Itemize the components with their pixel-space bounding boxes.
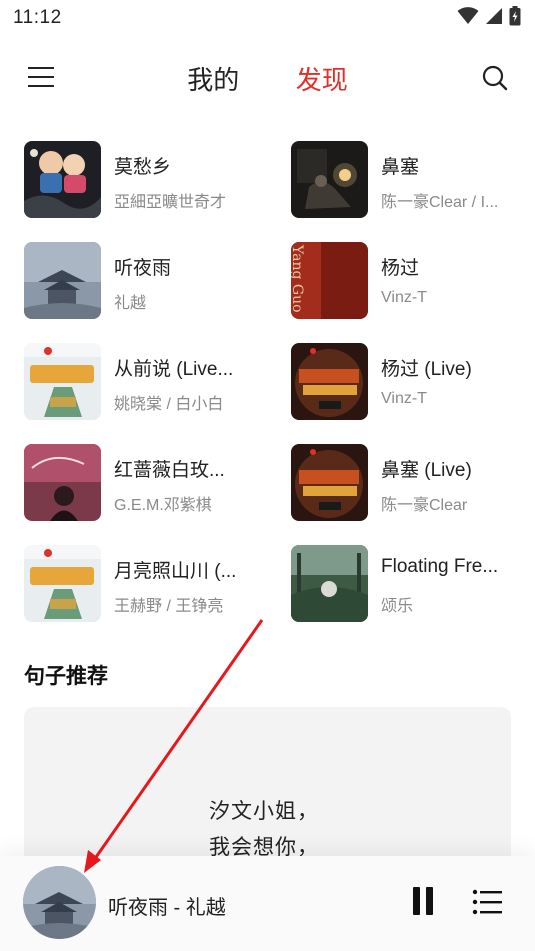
- tab-bar: 我的 发现: [0, 60, 535, 97]
- song-cover: [291, 444, 368, 521]
- song-cover: [24, 343, 101, 420]
- mini-player[interactable]: 听夜雨 - 礼越: [0, 856, 535, 951]
- cover-text: Yang Guo: [291, 244, 305, 313]
- song-item[interactable]: 鼻塞 陈一豪Clear / I...: [291, 141, 531, 219]
- song-title: 莫愁乡: [114, 157, 172, 178]
- playlist-button[interactable]: [472, 888, 504, 916]
- song-item[interactable]: 红蔷薇白玫... G.E.M.邓紫棋: [24, 444, 264, 522]
- song-artist: 王赫野 / 王铮亮: [114, 598, 224, 615]
- song-item[interactable]: 从前说 (Live... 姚晓棠 / 白小白: [24, 343, 264, 421]
- song-cover: [24, 141, 101, 218]
- tab-mine[interactable]: 我的: [187, 60, 239, 97]
- status-bar: 11:12: [0, 0, 535, 38]
- status-icons: [457, 6, 521, 26]
- song-title: 杨过 (Live): [381, 359, 472, 380]
- song-item[interactable]: 鼻塞 (Live) 陈一豪Clear: [291, 444, 531, 522]
- song-artist: G.E.M.邓紫棋: [114, 497, 212, 514]
- song-title: 杨过: [381, 258, 420, 279]
- song-cover: [24, 444, 101, 521]
- song-item[interactable]: 莫愁乡 亞細亞曠世奇才: [24, 141, 264, 219]
- tab-discover[interactable]: 发现: [296, 60, 348, 97]
- song-title: 鼻塞 (Live): [381, 460, 472, 481]
- song-title: 从前说 (Live...: [114, 359, 234, 380]
- status-time: 11:12: [13, 7, 62, 28]
- song-artist: Vinz-T: [381, 390, 427, 407]
- song-cover: [24, 545, 101, 622]
- song-artist: 陈一豪Clear / I...: [381, 194, 499, 211]
- playlist-icon: [472, 889, 502, 915]
- pause-button[interactable]: [410, 887, 436, 917]
- song-title: 月亮照山川 (...: [114, 561, 237, 582]
- song-item[interactable]: 杨过 (Live) Vinz-T: [291, 343, 531, 421]
- now-playing-cover[interactable]: [23, 866, 96, 939]
- song-cover: [291, 545, 368, 622]
- song-cover: [24, 242, 101, 319]
- top-navigation: 我的 发现: [0, 50, 535, 106]
- song-artist: 姚晓棠 / 白小白: [114, 396, 224, 413]
- song-item[interactable]: 听夜雨 礼越: [24, 242, 264, 320]
- song-cover: [291, 343, 368, 420]
- song-artist: 颂乐: [381, 598, 414, 615]
- song-artist: 陈一豪Clear: [381, 497, 468, 514]
- song-artist: 亞細亞曠世奇才: [114, 194, 227, 211]
- song-item[interactable]: Floating Fre... 颂乐: [291, 545, 531, 623]
- song-item[interactable]: Yang Guo 杨过 Vinz-T: [291, 242, 531, 320]
- song-title: Floating Fre...: [381, 556, 499, 577]
- song-artist: Vinz-T: [381, 289, 427, 306]
- song-title: 听夜雨: [114, 258, 172, 279]
- now-playing-text: 听夜雨 - 礼越: [108, 897, 226, 919]
- song-item[interactable]: 月亮照山川 (... 王赫野 / 王铮亮: [24, 545, 264, 623]
- song-title: 红蔷薇白玫...: [114, 460, 225, 481]
- search-icon: [482, 65, 508, 91]
- song-artist: 礼越: [114, 295, 147, 312]
- song-cover: [291, 141, 368, 218]
- wifi-icon: [457, 7, 479, 24]
- cellular-icon: [486, 8, 502, 24]
- quote-line: 汐文小姐，: [209, 800, 319, 823]
- section-title-quotes: 句子推荐: [24, 665, 108, 688]
- search-button[interactable]: [481, 64, 509, 92]
- song-title: 鼻塞: [381, 157, 420, 178]
- song-cover: Yang Guo: [291, 242, 368, 319]
- battery-icon: [509, 6, 521, 26]
